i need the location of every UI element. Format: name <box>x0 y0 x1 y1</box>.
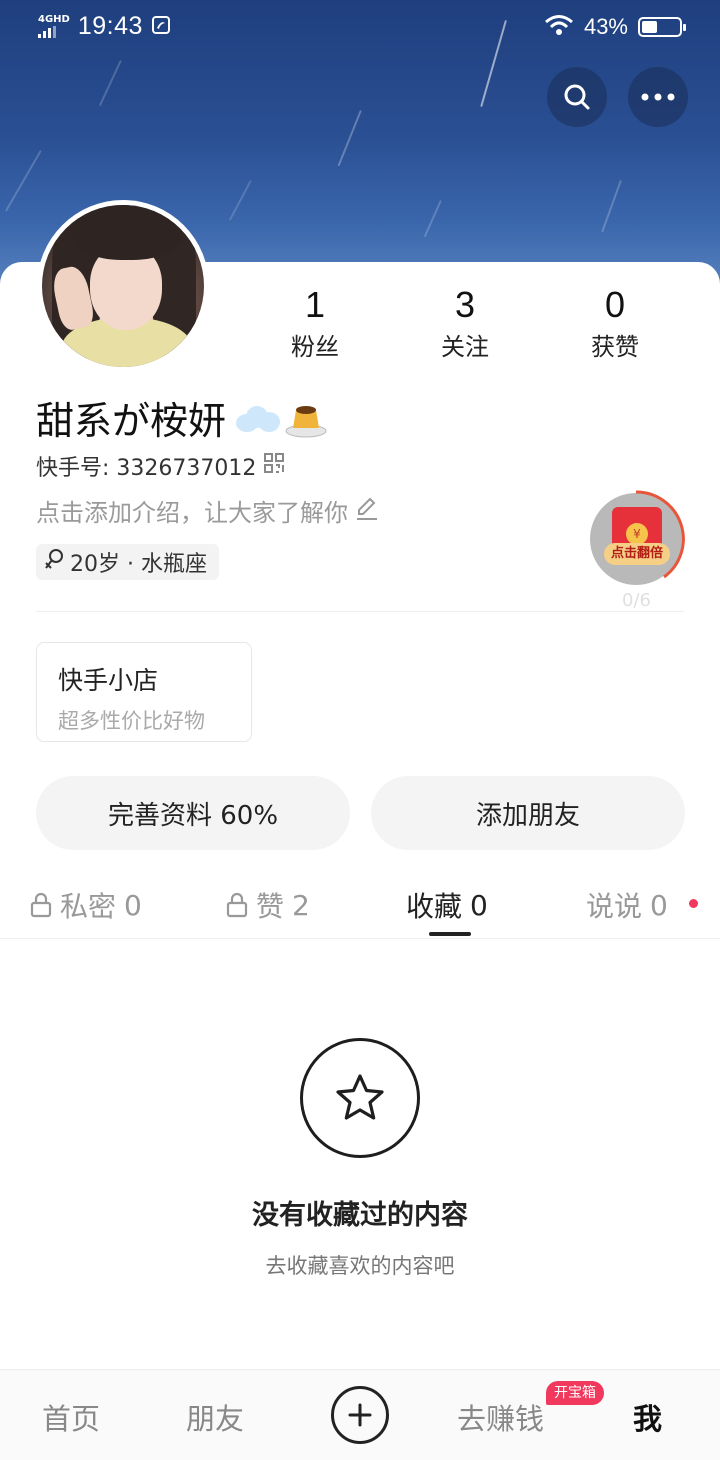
tag-text: 20岁 · 水瓶座 <box>70 552 207 577</box>
divider <box>36 611 684 612</box>
nav-home[interactable]: 首页 <box>42 1396 100 1438</box>
notification-dot <box>689 899 698 908</box>
username: 甜系が桉妍 <box>36 390 328 445</box>
intro-placeholder[interactable]: 点击添加介绍，让大家了解你 <box>36 493 380 528</box>
wifi-icon <box>544 14 574 40</box>
search-icon <box>564 84 590 110</box>
tab-private[interactable]: 私密 0 <box>30 885 142 925</box>
stat-following[interactable]: 3 关注 <box>390 285 540 362</box>
plus-icon <box>348 1403 372 1427</box>
stat-value: 1 <box>304 284 326 325</box>
avatar[interactable] <box>37 200 209 372</box>
stat-label: 粉丝 <box>291 333 339 361</box>
lock-icon <box>30 892 52 918</box>
nav-friends[interactable]: 朋友 <box>186 1396 244 1438</box>
red-packet-progress: 0/6 <box>622 590 651 611</box>
intro-text: 点击添加介绍，让大家了解你 <box>36 499 348 527</box>
cloud-emoji <box>234 404 281 432</box>
treasure-box-badge: 开宝箱 <box>546 1381 604 1405</box>
tab-moments[interactable]: 说说 0 <box>586 885 668 925</box>
more-icon <box>641 93 675 101</box>
nav-earn[interactable]: 去赚钱 <box>457 1396 544 1438</box>
tab-label: 私密 <box>60 890 117 923</box>
tab-label: 说说 <box>586 890 643 923</box>
username-text: 甜系が桉妍 <box>36 399 227 443</box>
more-button[interactable] <box>628 67 688 127</box>
qr-code-icon[interactable] <box>264 453 285 479</box>
coin-icon: ¥ <box>626 523 648 545</box>
stat-label: 获赞 <box>591 333 639 361</box>
user-id: 快手号: 3326737012 <box>36 456 257 481</box>
nav-me[interactable]: 我 <box>633 1396 662 1438</box>
tab-label: 收藏 <box>406 890 463 923</box>
battery-icon <box>638 17 686 37</box>
shop-title: 快手小店 <box>58 666 159 695</box>
bottom-navigation: 首页 朋友 去赚钱 我 <box>0 1369 720 1460</box>
search-button[interactable] <box>547 67 607 127</box>
stat-fans[interactable]: 1 粉丝 <box>240 285 390 362</box>
empty-state-title: 没有收藏过的内容 <box>252 1200 468 1231</box>
tab-likes[interactable]: 赞 2 <box>226 885 310 925</box>
active-tab-indicator <box>429 932 471 936</box>
tab-favorites[interactable]: 收藏 0 <box>406 885 488 925</box>
pudding-emoji <box>284 398 328 438</box>
stat-value: 0 <box>604 284 626 325</box>
tab-count: 2 <box>292 888 310 922</box>
shop-card[interactable]: 快手小店 超多性价比好物 <box>36 642 252 742</box>
stat-label: 关注 <box>441 333 489 361</box>
tab-count: 0 <box>470 888 488 922</box>
female-icon <box>44 548 64 576</box>
age-zodiac-tag: 20岁 · 水瓶座 <box>36 544 219 580</box>
user-id-row[interactable]: 快手号: 3326737012 <box>36 450 285 482</box>
profile-stats: 1 粉丝 3 关注 0 获赞 <box>240 285 690 362</box>
red-packet-widget[interactable]: ¥ 点击翻倍 <box>586 489 686 589</box>
create-button[interactable] <box>331 1386 389 1444</box>
notification-icon <box>151 15 171 39</box>
lock-icon <box>226 892 248 918</box>
shop-subtitle: 超多性价比好物 <box>58 709 205 733</box>
edit-pencil-icon <box>354 495 380 527</box>
add-friends-button[interactable]: 添加朋友 <box>371 776 685 850</box>
empty-state-subtitle: 去收藏喜欢的内容吧 <box>265 1254 455 1278</box>
stat-value: 3 <box>454 284 476 325</box>
tab-count: 0 <box>124 888 142 922</box>
content-tabs: 私密 0 赞 2 收藏 0 说说 0 <box>0 875 720 939</box>
empty-state-icon <box>300 1038 420 1158</box>
battery-percent: 43% <box>583 14 628 39</box>
battery-fill <box>642 21 657 33</box>
stat-likes[interactable]: 0 获赞 <box>540 285 690 362</box>
red-packet-label: 点击翻倍 <box>604 543 670 565</box>
tab-label: 赞 <box>256 890 285 923</box>
network-indicator: 4GHD <box>38 15 70 38</box>
status-bar: 4GHD 19:43 43% <box>0 0 720 56</box>
avatar-image <box>42 205 204 367</box>
star-icon <box>336 1074 384 1120</box>
status-time: 19:43 <box>77 12 143 40</box>
tab-count: 0 <box>650 888 668 922</box>
complete-profile-button[interactable]: 完善资料 60% <box>36 776 350 850</box>
